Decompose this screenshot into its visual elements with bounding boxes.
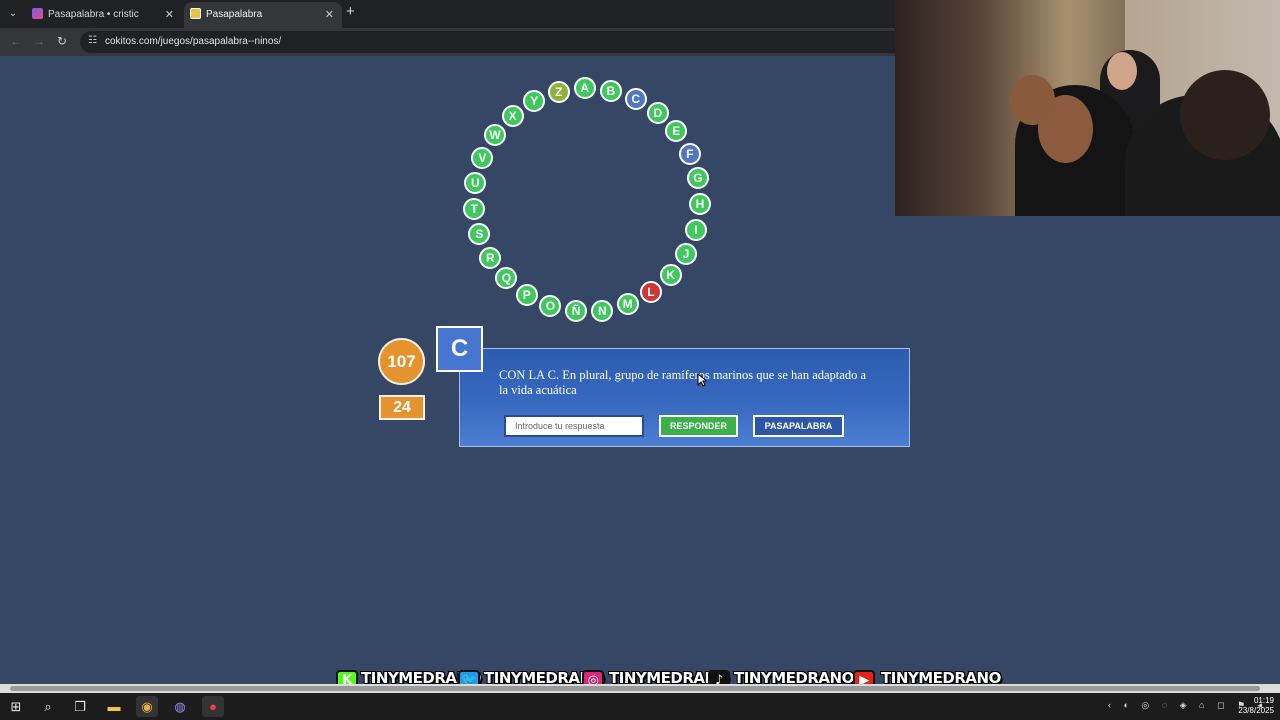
letter-o: O — [539, 294, 562, 317]
letter-g: G — [686, 167, 709, 190]
timer-badge: 24 — [379, 395, 425, 420]
chrome-icon[interactable]: ◉ — [136, 696, 158, 717]
clock-date: 23/8/2025 — [1238, 706, 1274, 715]
letter-t: T — [463, 197, 486, 220]
letter-c: C — [624, 87, 647, 110]
search-icon[interactable]: ⌕ — [37, 696, 59, 717]
letter-b: B — [599, 79, 622, 102]
letter-m: M — [616, 293, 639, 316]
letter-z: Z — [547, 80, 570, 103]
tab-close-icon[interactable]: ✕ — [325, 3, 334, 27]
tab-favicon-icon — [32, 8, 43, 19]
task-view-icon[interactable]: ❐ — [69, 696, 91, 717]
scrollbar-thumb[interactable] — [10, 686, 1260, 691]
taskbar: ⊞ ⌕ ❐ ▬ ◉ ◍ ● ‹ ◐ ◎ ◌ ◈ ⌂ ◻ ⚑ ◂ 01:19 23… — [0, 693, 1280, 720]
answer-input[interactable] — [504, 415, 644, 437]
letter-s: S — [468, 223, 491, 246]
letter-j: J — [674, 243, 697, 266]
letter-r: R — [479, 246, 502, 269]
tab-label: Pasapalabra — [206, 9, 263, 20]
letter-w: W — [484, 123, 507, 146]
webcam-hand — [1010, 75, 1055, 125]
tab-favicon-icon — [190, 8, 201, 19]
pasapalabra-button[interactable]: PASAPALABRA — [753, 415, 844, 437]
letter-e: E — [665, 120, 688, 143]
tab-label: Pasapalabra • cristic — [48, 9, 139, 20]
app-icon[interactable]: ● — [202, 696, 224, 717]
tab-pasapalabra-cristic[interactable]: Pasapalabra • cristic ✕ — [26, 2, 182, 28]
score-badge: 107 — [378, 338, 425, 385]
forward-arrow-icon[interactable]: → — [33, 34, 45, 48]
letter-a: A — [573, 77, 596, 100]
question-text: CON LA C. En plural, grupo de ramíferos … — [499, 368, 866, 397]
letter-f: F — [678, 142, 701, 165]
windows-start-icon[interactable]: ⊞ — [5, 696, 27, 717]
letter-y: Y — [523, 89, 546, 112]
letter-n: N — [591, 299, 614, 322]
letter-l: L — [639, 281, 662, 304]
webcam-overlay — [895, 0, 1280, 216]
letter-p: P — [515, 283, 538, 306]
letter-i: I — [684, 218, 707, 241]
file-explorer-icon[interactable]: ▬ — [103, 696, 125, 717]
letter-d: D — [646, 101, 669, 124]
letter-h: H — [688, 193, 711, 216]
letter-k: K — [659, 264, 682, 287]
url-text: cokitos.com/juegos/pasapalabra--ninos/ — [105, 36, 282, 47]
new-tab-button[interactable]: + — [346, 3, 355, 20]
horizontal-scrollbar[interactable] — [0, 684, 1280, 693]
letter-v: V — [471, 146, 494, 169]
reload-icon[interactable]: ↻ — [57, 34, 67, 48]
letter-x: X — [501, 104, 524, 127]
letter-ñ: Ñ — [565, 300, 588, 323]
webcam-face — [1107, 52, 1137, 90]
webcam-face — [1180, 70, 1270, 160]
responder-button[interactable]: RESPONDER — [659, 415, 738, 437]
obs-icon[interactable]: ◍ — [169, 696, 191, 717]
back-arrow-icon[interactable]: ← — [10, 34, 22, 48]
current-letter: C — [436, 326, 483, 372]
letter-q: Q — [495, 267, 518, 290]
mouse-cursor-icon — [697, 373, 707, 387]
tab-search-icon[interactable]: ⌄ — [4, 5, 22, 23]
clock-time: 01:19 — [1253, 696, 1274, 705]
letter-u: U — [464, 171, 487, 194]
tab-close-icon[interactable]: ✕ — [165, 3, 174, 27]
site-info-icon[interactable]: ☷ — [88, 35, 97, 46]
clock[interactable]: 01:19 23/8/2025 — [1236, 696, 1274, 716]
tab-pasapalabra[interactable]: Pasapalabra ✕ — [184, 2, 342, 28]
